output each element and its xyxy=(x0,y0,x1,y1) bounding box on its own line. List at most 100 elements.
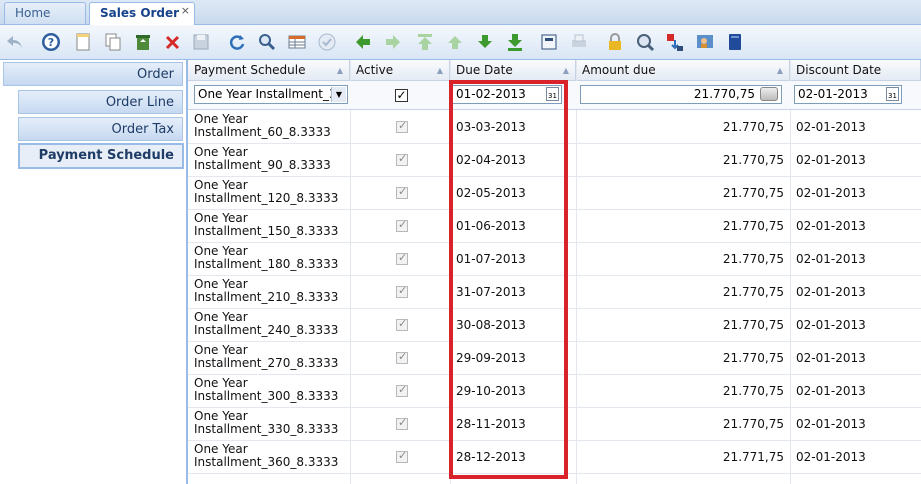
table-row[interactable]: One Year Installment_90_8.3333 02-04-201… xyxy=(188,143,921,177)
toolbar: ? xyxy=(0,25,921,60)
payment-schedule-line2: Installment_270_8.3333 xyxy=(194,356,339,370)
tab-sales-order[interactable]: Sales Order × xyxy=(89,2,195,25)
table-row[interactable]: One Year Installment_150_8.3333 01-06-20… xyxy=(188,209,921,243)
column-header-active[interactable]: Active ▲ xyxy=(350,60,450,81)
undo-icon[interactable] xyxy=(4,31,26,53)
amount-due-field[interactable]: 21.770,75 xyxy=(580,85,782,104)
table-row[interactable]: One Year Installment_60_8.3333 03-03-201… xyxy=(188,110,921,144)
active-checkbox[interactable] xyxy=(396,185,408,199)
column-header-amount-due[interactable]: Amount due ▲ xyxy=(576,60,790,81)
next-icon[interactable] xyxy=(382,31,404,53)
help-icon[interactable]: ? xyxy=(40,31,62,53)
copy-icon[interactable] xyxy=(102,31,124,53)
tab-home[interactable]: Home (77) xyxy=(4,2,86,41)
active-checkbox[interactable] xyxy=(396,317,408,331)
payment-schedule-cell: One Year Installment_330_8.3333 xyxy=(188,410,350,436)
table-row[interactable]: One Year Installment_180_8.3333 01-07-20… xyxy=(188,242,921,276)
payment-schedule-line2: Installment_60_8.3333 xyxy=(194,125,331,139)
new-icon[interactable] xyxy=(72,31,94,53)
active-checkbox[interactable] xyxy=(396,416,408,430)
amount-due-cell: 21.770,75 xyxy=(722,219,784,233)
active-checkbox[interactable] xyxy=(396,152,408,166)
archive-icon[interactable] xyxy=(724,31,746,53)
calendar-icon[interactable]: 31 xyxy=(886,87,899,101)
payment-schedule-cell: One Year Installment_90_8.3333 xyxy=(188,146,350,172)
workflow-icon[interactable] xyxy=(664,31,686,53)
column-header-discount-date[interactable]: Discount Date xyxy=(790,60,921,81)
discount-date-cell: 02-01-2013 xyxy=(796,186,866,200)
parent-icon[interactable] xyxy=(444,31,466,53)
nav-order-tax[interactable]: Order Tax xyxy=(18,117,183,141)
nav-order[interactable]: Order xyxy=(3,62,183,86)
due-date-cell: 30-08-2013 xyxy=(456,318,526,332)
detail-icon[interactable] xyxy=(474,31,496,53)
nav-order-line[interactable]: Order Line xyxy=(18,90,183,114)
due-date-cell: 01-06-2013 xyxy=(456,219,526,233)
active-checkbox[interactable] xyxy=(396,449,408,463)
nav-payment-schedule[interactable]: Payment Schedule xyxy=(18,143,184,169)
last-icon[interactable] xyxy=(504,31,526,53)
lock-icon[interactable] xyxy=(604,31,626,53)
previous-icon[interactable] xyxy=(352,31,374,53)
payment-schedule-cell: One Year Installment_210_8.3333 xyxy=(188,278,350,304)
active-checkbox[interactable] xyxy=(396,284,408,298)
first-icon[interactable] xyxy=(414,31,436,53)
active-checkbox[interactable] xyxy=(396,119,408,133)
amount-due-cell: 21.770,75 xyxy=(722,351,784,365)
active-checkbox[interactable] xyxy=(396,383,408,397)
discount-date-value: 02-01-2013 xyxy=(798,87,868,101)
report-icon[interactable] xyxy=(538,31,560,53)
discount-date-field[interactable]: 02-01-2013 31 xyxy=(794,85,902,104)
print-icon[interactable] xyxy=(568,31,590,53)
active-checkbox[interactable] xyxy=(396,350,408,364)
payment-schedule-cell: One Year Installment_270_8.3333 xyxy=(188,344,350,370)
calendar-icon[interactable]: 31 xyxy=(546,87,559,101)
nav-order-label: Order xyxy=(137,67,174,82)
column-header-payment-schedule[interactable]: Payment Schedule ▲ xyxy=(188,60,350,81)
discount-date-cell: 02-01-2013 xyxy=(796,219,866,233)
column-header-due-date[interactable]: Due Date ▲ xyxy=(450,60,576,81)
close-icon[interactable]: × xyxy=(181,0,190,21)
discount-date-cell: 02-01-2013 xyxy=(796,351,866,365)
table-row[interactable]: One Year Installment_120_8.3333 02-05-20… xyxy=(188,176,921,210)
payment-schedule-value: One Year Installment_3 xyxy=(198,87,337,101)
active-checkbox[interactable] xyxy=(396,218,408,232)
sort-icon: ▲ xyxy=(336,66,343,75)
chevron-down-icon[interactable]: ▼ xyxy=(331,87,346,102)
recycle-icon[interactable] xyxy=(132,31,154,53)
header-label: Payment Schedule xyxy=(194,63,306,77)
active-checkbox[interactable]: ✓ xyxy=(395,89,408,102)
request-icon[interactable] xyxy=(694,31,716,53)
discount-date-cell: 02-01-2013 xyxy=(796,417,866,431)
save-icon[interactable] xyxy=(190,31,212,53)
payment-schedule-select[interactable]: One Year Installment_3 ▼ xyxy=(194,85,348,104)
table-row[interactable]: One Year Installment_270_8.3333 29-09-20… xyxy=(188,341,921,375)
discount-date-cell: 02-01-2013 xyxy=(796,285,866,299)
amount-due-cell: 21.771,75 xyxy=(722,450,784,464)
header-label: Amount due xyxy=(582,63,656,77)
sort-icon: ▲ xyxy=(776,66,783,75)
due-date-cell: 02-05-2013 xyxy=(456,186,526,200)
history-icon[interactable] xyxy=(316,31,338,53)
grid-toggle-icon[interactable] xyxy=(286,31,308,53)
due-date-cell: 29-09-2013 xyxy=(456,351,526,365)
due-date-cell: 29-10-2013 xyxy=(456,384,526,398)
find-icon[interactable] xyxy=(256,31,278,53)
payment-schedule-cell: One Year Installment_120_8.3333 xyxy=(188,179,350,205)
calculator-icon[interactable] xyxy=(760,87,778,101)
payment-schedule-line2: Installment_360_8.3333 xyxy=(194,455,339,469)
delete-icon[interactable] xyxy=(162,31,184,53)
table-row[interactable]: One Year Installment_210_8.3333 31-07-20… xyxy=(188,275,921,309)
amount-due-cell: 21.770,75 xyxy=(722,120,784,134)
table-row[interactable]: One Year Installment_360_8.3333 28-12-20… xyxy=(188,440,921,474)
header-label: Due Date xyxy=(456,63,513,77)
due-date-field[interactable]: 01-02-2013 31 xyxy=(452,85,562,104)
table-row[interactable]: One Year Installment_330_8.3333 28-11-20… xyxy=(188,407,921,441)
table-row[interactable]: One Year Installment_240_8.3333 30-08-20… xyxy=(188,308,921,342)
active-checkbox[interactable] xyxy=(396,251,408,265)
refresh-icon[interactable] xyxy=(226,31,248,53)
table-row[interactable]: One Year Installment_300_8.3333 29-10-20… xyxy=(188,374,921,408)
payment-schedule-line2: Installment_240_8.3333 xyxy=(194,323,339,337)
zoom-across-icon[interactable] xyxy=(634,31,656,53)
discount-date-cell: 02-01-2013 xyxy=(796,252,866,266)
